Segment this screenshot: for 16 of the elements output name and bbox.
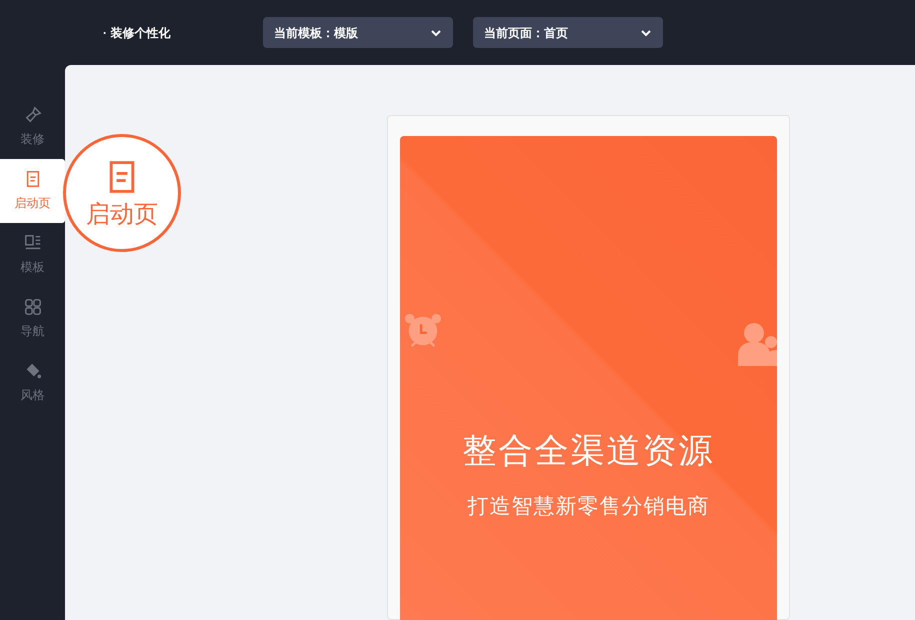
- page-title: · 装修个性化: [103, 24, 172, 42]
- splash-headline: 整合全渠道资源: [462, 431, 714, 472]
- user-group-icon: [737, 322, 777, 366]
- select-dropdown[interactable]: 当前页面：首页: [473, 17, 663, 48]
- select-dropdown[interactable]: 当前模板：模版: [263, 17, 453, 48]
- template-icon: [24, 234, 42, 252]
- brush-icon: [24, 106, 42, 124]
- splash-subline: 打造智慧新零售分销电商: [468, 494, 710, 520]
- sidebar-item[interactable]: 导航: [0, 287, 65, 351]
- alarm-clock-icon: [404, 311, 442, 349]
- sidebar-item[interactable]: 风格: [0, 351, 65, 415]
- callout-label: 启动页: [86, 203, 158, 227]
- grid-icon: [24, 298, 42, 316]
- sidebar-item[interactable]: 装修: [0, 95, 65, 159]
- sidebar-item[interactable]: 启动页: [0, 159, 65, 223]
- sidebar-item[interactable]: 模板: [0, 223, 65, 287]
